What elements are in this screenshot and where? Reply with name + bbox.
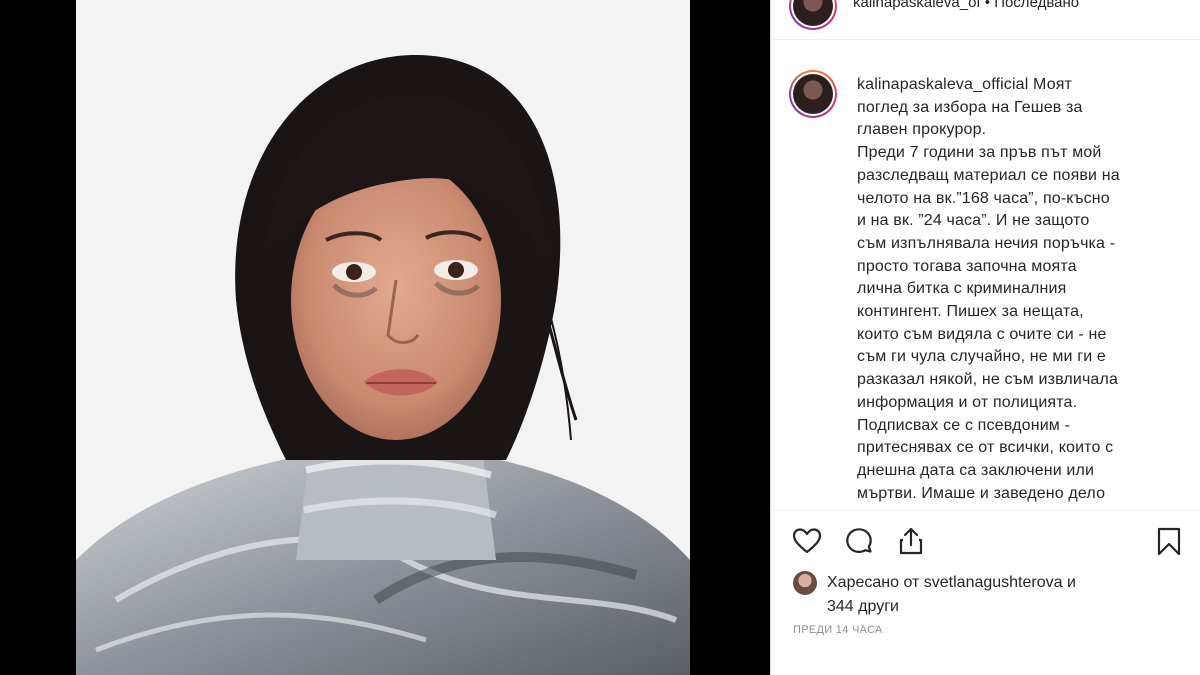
header-username[interactable]: kalinapaskaleva_of — [853, 0, 981, 11]
liker-username[interactable]: svetlanagushterova — [924, 574, 1063, 591]
caption-line: Моят — [1033, 76, 1073, 93]
post-media-area — [0, 0, 770, 675]
caption-line: Подписвах се с псевдоним - — [857, 416, 1071, 434]
caption-line: Преди 7 години за пръв път мой — [857, 144, 1102, 162]
follow-status[interactable]: Последвано — [994, 0, 1079, 11]
post-photo[interactable] — [76, 0, 690, 675]
share-icon[interactable] — [895, 525, 927, 557]
likes-prefix: Харесано от — [827, 574, 924, 591]
caption-line: разследващ материал се появи на — [857, 166, 1120, 184]
caption-author-avatar[interactable] — [789, 70, 837, 118]
caption-line: главен прокурор. — [857, 121, 987, 139]
portrait-image — [76, 0, 690, 675]
header-separator: • — [980, 0, 995, 11]
caption-line: съм изпълнявала нечия поръчка - — [857, 234, 1116, 252]
caption-line: поглед за избора на Гешев за — [857, 98, 1083, 116]
header-username-row: kalinapaskaleva_of • Последвано — [853, 0, 1079, 11]
caption-line: днешна дата са заключени или — [857, 461, 1095, 479]
post-sidebar: kalinapaskaleva_of • Последвано kalinapa… — [770, 0, 1200, 675]
caption-line: притеснявах се от всички, които с — [857, 439, 1114, 457]
caption-line: които съм видяла с очите си - не — [857, 325, 1107, 343]
likes-others[interactable]: 344 други — [827, 598, 899, 615]
caption-username[interactable]: kalinapaskaleva_official — [857, 76, 1028, 93]
caption-line: мъртви. Имаше и заведено дело — [857, 484, 1106, 502]
post-header: kalinapaskaleva_of • Последвано — [771, 0, 1200, 40]
comments-area[interactable]: kalinapaskaleva_official Моят поглед за … — [771, 40, 1200, 510]
caption-line: разказал някой, не съм извличала — [857, 371, 1119, 389]
likes-text: Харесано от svetlanagushterova и 344 дру… — [827, 571, 1167, 619]
author-avatar[interactable] — [789, 0, 837, 30]
caption-line: информация и от полицията. — [857, 393, 1078, 411]
likes-suffix: и — [1062, 574, 1076, 591]
caption-line: съм ги чула случайно, не ми ги е — [857, 348, 1106, 366]
comment-icon[interactable] — [843, 525, 875, 557]
caption-line: и на вк. ”24 часа”. И не защото — [857, 212, 1090, 230]
caption-line: просто тогава започна моята — [857, 257, 1077, 275]
caption-line: лична битка с криминалния — [857, 280, 1067, 298]
caption-line: контингент. Пишех за нещата, — [857, 303, 1084, 321]
caption-line: челото на вк.”168 часа”, по-късно — [857, 189, 1110, 207]
post-caption: kalinapaskaleva_official Моят поглед за … — [857, 74, 1177, 505]
heart-icon[interactable] — [791, 525, 823, 557]
bookmark-icon[interactable] — [1153, 525, 1185, 557]
post-timestamp[interactable]: ПРЕДИ 14 ЧАСА — [793, 624, 883, 636]
post-actions: Харесано от svetlanagushterova и 344 дру… — [771, 510, 1200, 675]
liker-avatar[interactable] — [793, 571, 817, 595]
